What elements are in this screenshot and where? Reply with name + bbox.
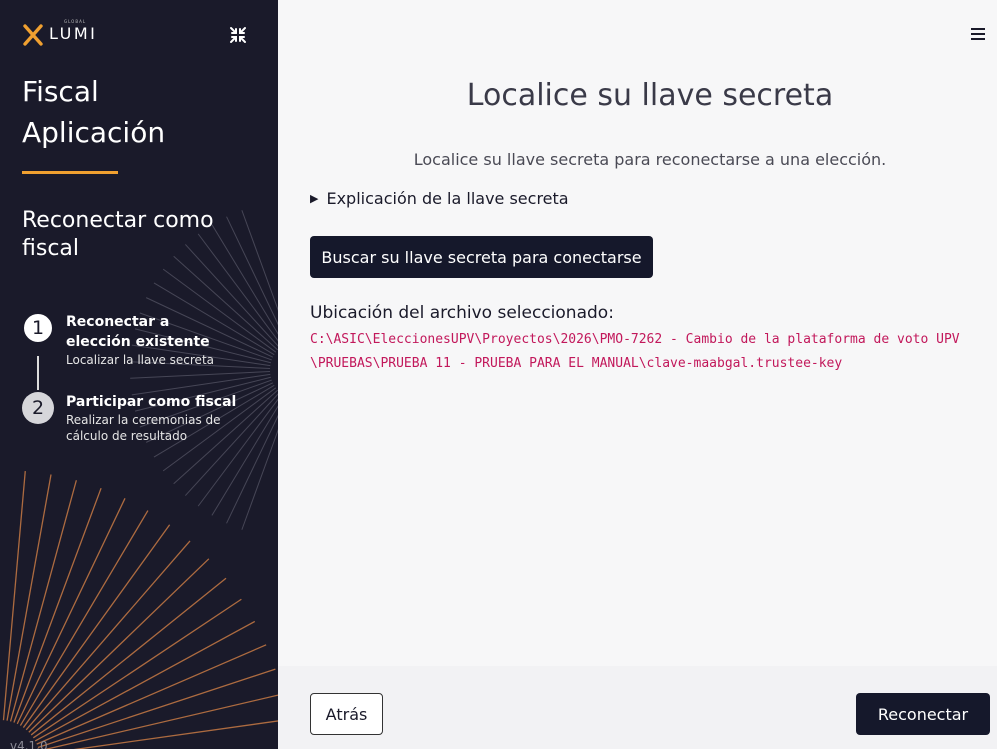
decorative-ray — [73, 720, 278, 749]
decorative-ray — [37, 668, 276, 749]
app-title: Fiscal Aplicación — [22, 71, 165, 153]
back-button[interactable]: Atrás — [310, 693, 383, 735]
logo-subtext: GLOBAL — [64, 19, 87, 24]
lumi-x-icon — [23, 24, 43, 46]
decorative-ray — [22, 524, 171, 728]
footer-bar: Atrás Reconectar — [278, 666, 997, 749]
decorative-ray — [19, 510, 149, 726]
logo-text: LUMI — [49, 24, 98, 43]
secret-key-explanation-toggle[interactable]: ▶ Explicación de la llave secreta — [310, 189, 569, 208]
decorative-ray — [16, 498, 126, 725]
caret-right-icon: ▶ — [310, 192, 319, 205]
app-title-line1: Fiscal — [22, 75, 99, 108]
sidebar-subtitle: Reconectar como fiscal — [22, 208, 214, 261]
version-label: v4.1.0 — [10, 739, 48, 749]
app-title-line2: Aplicación — [22, 116, 166, 149]
step-number-1: 1 — [22, 312, 54, 344]
decorative-ray — [28, 558, 210, 733]
decorative-ray — [30, 577, 227, 736]
step-number-2: 2 — [22, 392, 54, 424]
collapse-icon[interactable] — [229, 26, 247, 44]
lumi-logo: LUMI — [22, 24, 97, 46]
page-title: Localice su llave secreta — [466, 78, 834, 113]
title-divider — [22, 171, 118, 174]
selected-file-path: C:\ASIC\EleccionesUPV\Proyectos\2026\PMO… — [310, 332, 960, 371]
instruction-text: Localice su llave secreta para reconecta… — [413, 150, 887, 169]
hamburger-menu-icon[interactable] — [970, 25, 986, 43]
step-title: Reconectar a elección existente — [66, 314, 210, 350]
step-reconnect: 1 Reconectar a elección existente Locali… — [22, 312, 236, 368]
main-panel: Localice su llave secreta Localice su ll… — [278, 0, 997, 749]
browse-secret-key-button[interactable]: Buscar su llave secreta para conectarse — [310, 236, 653, 278]
step-participate: 2 Participar como fiscal Realizar la cer… — [22, 392, 266, 444]
sidebar: LUMI GLOBAL Fiscal Aplicación Reconectar… — [0, 0, 278, 749]
decorative-ray — [44, 694, 278, 749]
reconnect-button[interactable]: Reconectar — [856, 693, 990, 735]
step-connector — [37, 356, 39, 390]
step-description: Realizar la ceremonias de cálculo de res… — [66, 413, 221, 443]
step-description: Localizar la llave secreta — [66, 353, 215, 367]
step-title: Participar como fiscal — [66, 394, 237, 410]
disclosure-label: Explicación de la llave secreta — [326, 189, 569, 208]
selected-file-label: Ubicación del archivo seleccionado: — [310, 303, 614, 323]
